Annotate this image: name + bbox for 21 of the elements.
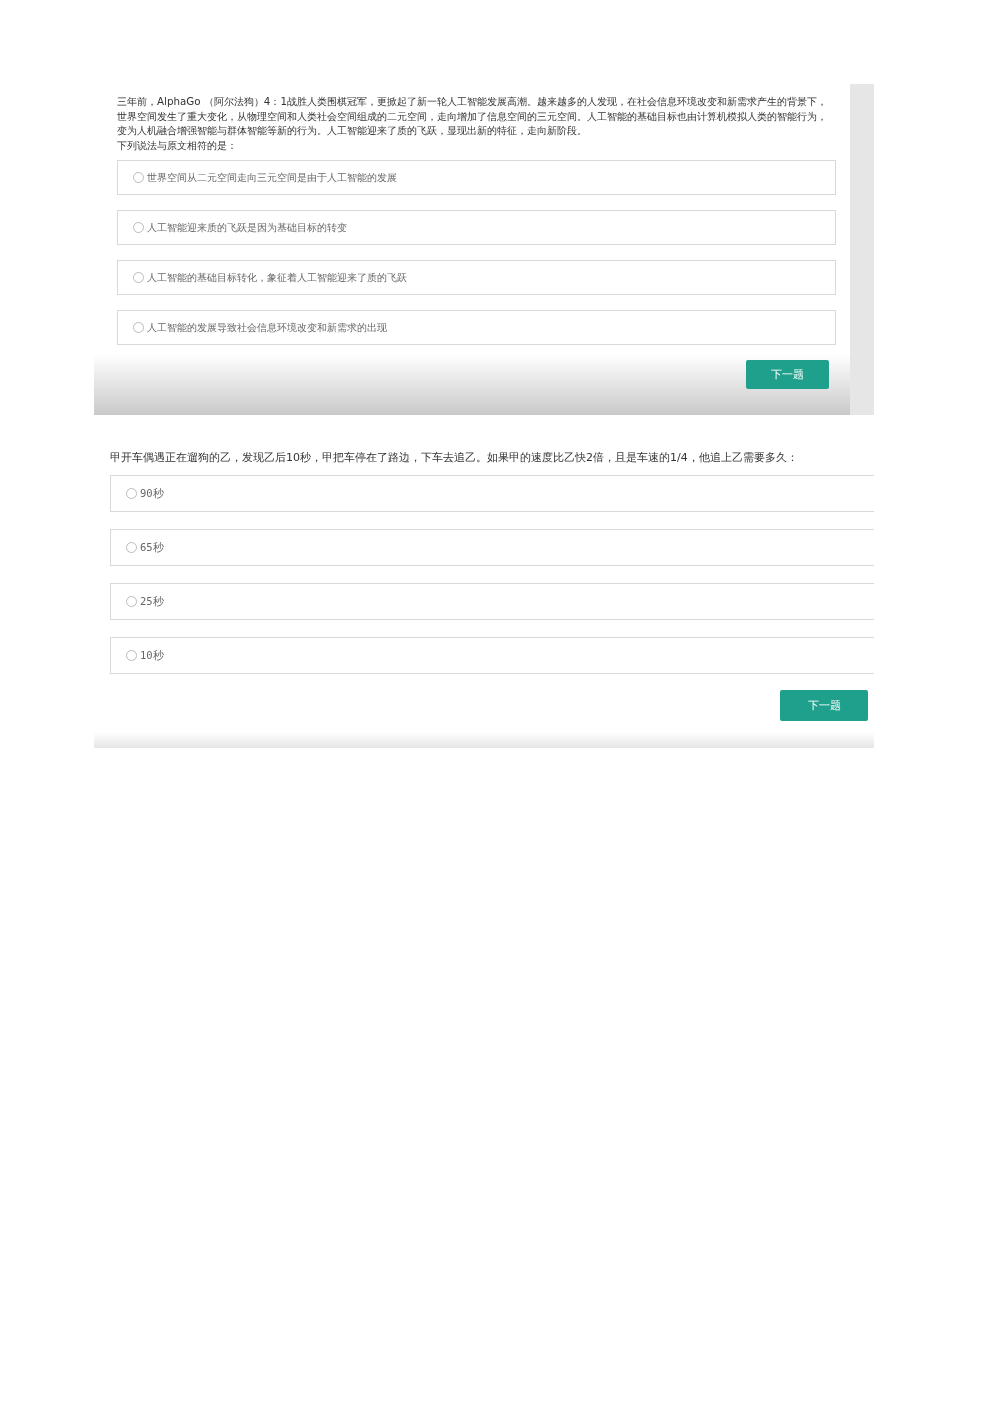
answer-option[interactable]: 人工智能迎来质的飞跃是因为基础目标的转变 [117,210,836,245]
next-button[interactable]: 下一题 [780,690,868,721]
answer-option[interactable]: 10秒 [110,637,874,674]
answer-option[interactable]: 人工智能的基础目标转化，象征着人工智能迎来了质的飞跃 [117,260,836,295]
option-label: 人工智能的基础目标转化，象征着人工智能迎来了质的飞跃 [147,270,407,285]
next-button[interactable]: 下一题 [746,360,829,389]
option-label: 人工智能迎来质的飞跃是因为基础目标的转变 [147,220,347,235]
option-label: 世界空间从二元空间走向三元空间是由于人工智能的发展 [147,170,397,185]
answer-option[interactable]: 人工智能的发展导致社会信息环境改变和新需求的出现 [117,310,836,345]
answer-option[interactable]: 65秒 [110,529,874,566]
option-label: 人工智能的发展导致社会信息环境改变和新需求的出现 [147,320,387,335]
passage-text: 三年前，AlphaGo （阿尔法狗）4：1战胜人类围棋冠军，更掀起了新一轮人工智能发展高潮。越来越多的人发现，在社会信息环境改变和新需求产生的背景下，世界空间发生了重大变化，从物理空间和人类社会空间组成的二元空间，走向增加了信息空间的三元空间。人工智能的基础目标也由计算机模拟人类的智能行为，变为人机融合增强智能与群体智能等新的行为。人工智能迎来了质的飞跃，显现出新的特征，走向新阶段。 [117,94,828,138]
question-text: 甲开车偶遇正在遛狗的乙，发现乙后10秒，甲把车停在了路边，下车去追乙。如果甲的速度比乙快2倍，且是车速的1/4，他追上乙需要多久： [110,451,799,465]
question-text: 下列说法与原文相符的是： [117,137,238,152]
answer-option[interactable]: 90秒 [110,475,874,512]
option-label: 65秒 [140,540,164,555]
option-label: 25秒 [140,594,164,609]
answer-option[interactable]: 世界空间从二元空间走向三元空间是由于人工智能的发展 [117,160,836,195]
answer-option[interactable]: 25秒 [110,583,874,620]
option-label: 90秒 [140,486,164,501]
option-label: 10秒 [140,648,164,663]
